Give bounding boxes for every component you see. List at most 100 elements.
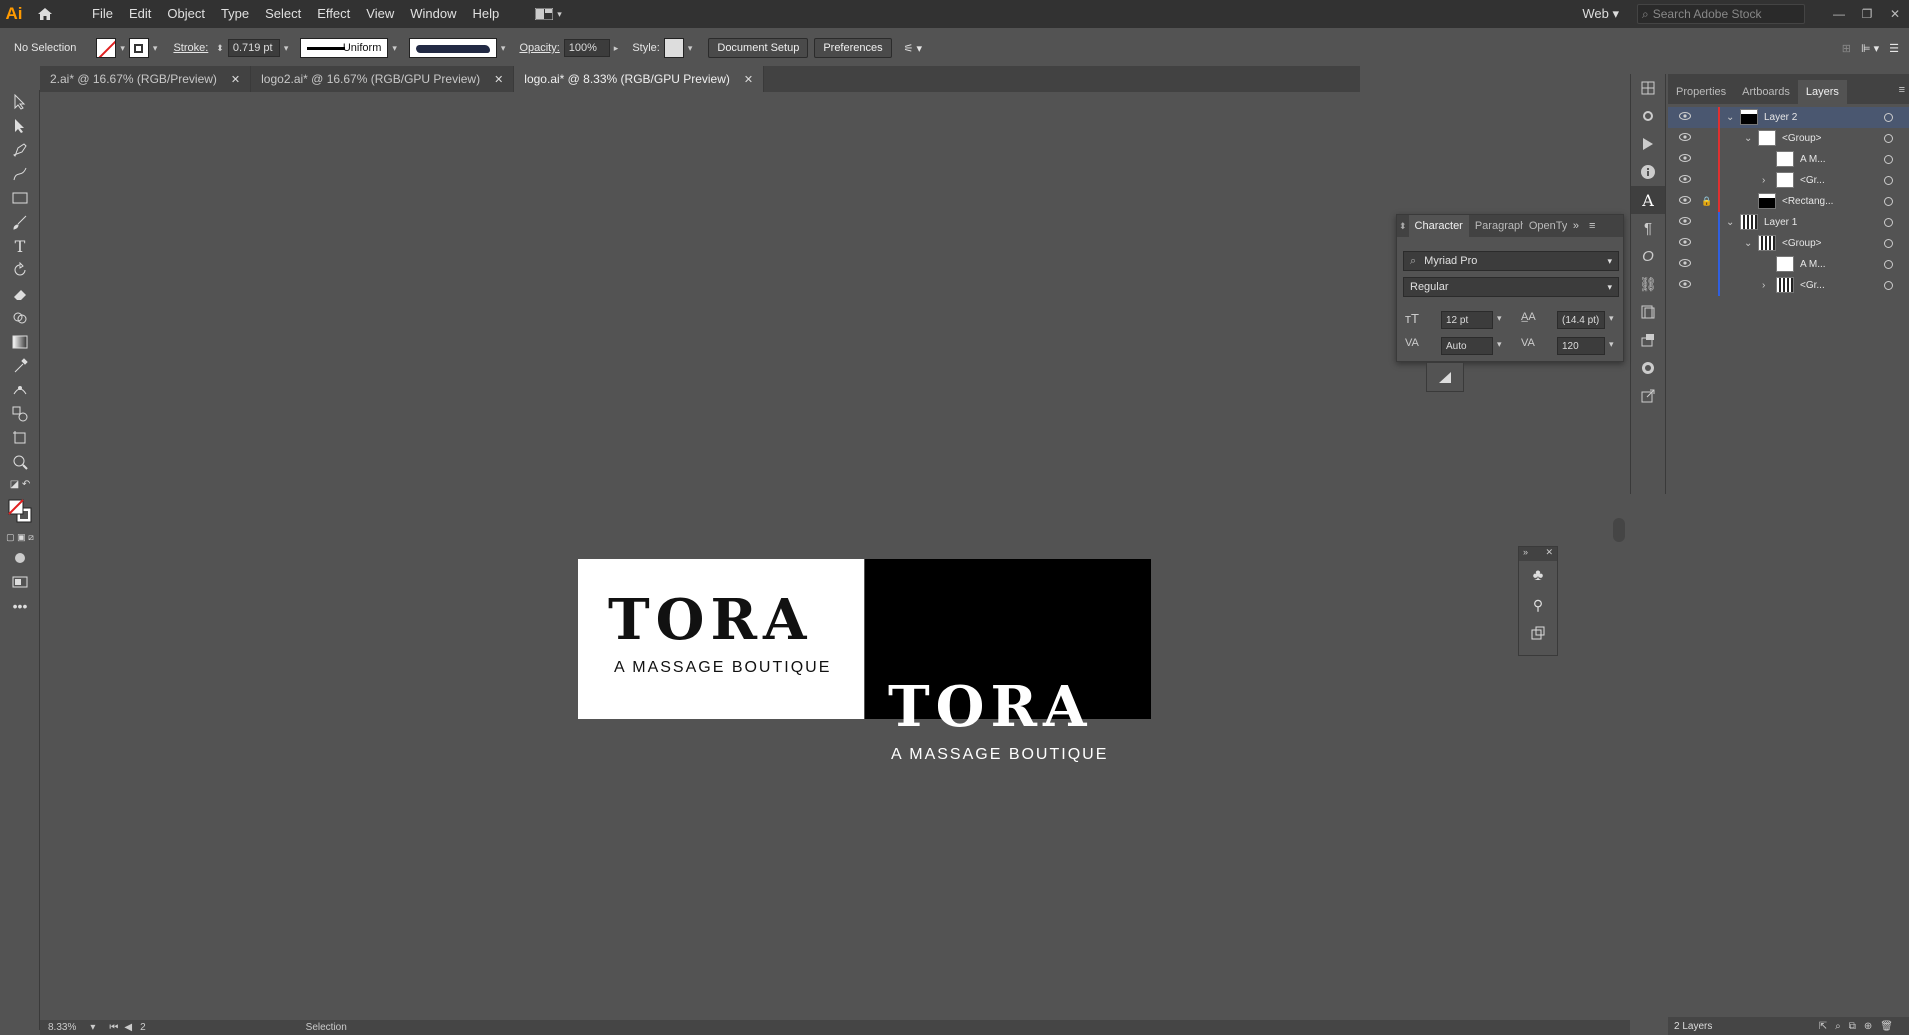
links-icon[interactable]: ⛓: [1631, 270, 1665, 298]
preferences-button[interactable]: Preferences: [814, 38, 892, 58]
logo-word-white[interactable]: TORA: [888, 674, 1092, 740]
arrange-documents-icon[interactable]: ▾: [535, 8, 562, 20]
eye-icon[interactable]: [1679, 238, 1691, 249]
chevron-down-icon[interactable]: ▾: [1609, 313, 1614, 324]
panel-menu-icon[interactable]: ≡: [1589, 220, 1595, 232]
restore-button[interactable]: ❐: [1853, 7, 1881, 21]
selection-tool-icon[interactable]: [0, 90, 40, 114]
chevron-down-icon[interactable]: ▾: [1607, 256, 1612, 267]
artboard-white[interactable]: TORA A MASSAGE BOUTIQUE: [578, 559, 864, 719]
chevron-right-icon[interactable]: ›: [1762, 175, 1765, 186]
tab-artboards[interactable]: Artboards: [1734, 80, 1798, 104]
chevron-right-icon[interactable]: ▸: [614, 43, 619, 54]
gradient-tool-icon[interactable]: [0, 330, 40, 354]
fill-stroke-icon[interactable]: [0, 494, 40, 528]
eye-icon[interactable]: [1679, 196, 1691, 207]
asset-export-icon[interactable]: [1631, 326, 1665, 354]
layer-row[interactable]: › <Gr...: [1668, 170, 1909, 191]
workspace-switcher[interactable]: Web ▾: [1582, 6, 1619, 22]
double-chevron-icon[interactable]: »: [1573, 220, 1579, 232]
chevron-down-icon[interactable]: ▾: [120, 43, 125, 54]
tab-properties[interactable]: Properties: [1668, 80, 1734, 104]
target-icon[interactable]: [1884, 176, 1893, 185]
chevron-down-icon[interactable]: ▾: [1607, 282, 1612, 293]
chevron-right-icon[interactable]: ›: [1762, 280, 1765, 291]
eye-icon[interactable]: [1679, 154, 1691, 165]
chevron-down-icon[interactable]: ⌄: [1726, 112, 1734, 123]
chevron-down-icon[interactable]: ⌄: [1744, 238, 1752, 249]
actions-play-icon[interactable]: [1631, 130, 1665, 158]
info-icon[interactable]: [1631, 158, 1665, 186]
chevron-down-icon[interactable]: ▾: [1497, 313, 1502, 324]
artboard-nav-first-icon[interactable]: ⏮: [109, 1022, 118, 1033]
rotate-tool-icon[interactable]: [0, 258, 40, 282]
kerning-input[interactable]: Auto: [1441, 337, 1493, 355]
minimize-button[interactable]: —: [1825, 7, 1853, 21]
shape-builder-tool-icon[interactable]: [0, 306, 40, 330]
layer-row[interactable]: ⌄ Layer 1: [1668, 212, 1909, 233]
scroll-thumb[interactable]: [1613, 518, 1625, 542]
target-icon[interactable]: [1884, 155, 1893, 164]
tab-layers[interactable]: Layers: [1797, 80, 1847, 104]
target-icon[interactable]: [1884, 260, 1893, 269]
layer-name[interactable]: <Group>: [1782, 238, 1821, 249]
layer-name[interactable]: <Group>: [1782, 133, 1821, 144]
draw-mode-icon[interactable]: [0, 546, 40, 570]
touch-type-button[interactable]: [1426, 362, 1464, 392]
layer-name[interactable]: <Gr...: [1800, 175, 1825, 186]
layer-row[interactable]: A M...: [1668, 149, 1909, 170]
target-icon[interactable]: [1884, 113, 1893, 122]
opacity-input[interactable]: 100%: [563, 39, 610, 57]
character-icon[interactable]: A: [1631, 186, 1665, 214]
close-icon[interactable]: ✕: [231, 73, 240, 86]
chevron-down-icon[interactable]: ▾: [1497, 339, 1502, 350]
chevron-down-icon[interactable]: ▾: [284, 43, 289, 54]
target-icon[interactable]: [1884, 239, 1893, 248]
eye-icon[interactable]: [1679, 217, 1691, 228]
brush-definition[interactable]: [408, 38, 497, 58]
type-tool-icon[interactable]: T: [0, 234, 40, 258]
stroke-weight-input[interactable]: 0.719 pt: [227, 39, 280, 57]
zoom-level[interactable]: 8.33%: [48, 1022, 76, 1033]
layer-row[interactable]: ⌄ <Group>: [1668, 233, 1909, 254]
leading-input[interactable]: (14.4 pt): [1557, 311, 1605, 329]
layer-name[interactable]: Layer 1: [1764, 217, 1797, 228]
chevron-down-icon[interactable]: ▾: [392, 43, 397, 54]
tab-logo-ai[interactable]: logo.ai* @ 8.33% (RGB/GPU Preview) ✕: [514, 66, 765, 92]
target-icon[interactable]: [1884, 281, 1893, 290]
chevron-down-icon[interactable]: ⌄: [1744, 133, 1752, 144]
collapse-icon[interactable]: ⬍: [1397, 221, 1409, 232]
variable-width-profile[interactable]: Uniform: [300, 38, 389, 58]
chevron-down-icon[interactable]: ▾: [90, 1022, 95, 1033]
transform-icon[interactable]: [1519, 619, 1557, 647]
rectangle-tool-icon[interactable]: [0, 186, 40, 210]
opentype-icon[interactable]: O: [1631, 242, 1665, 270]
tab-opentype[interactable]: OpenType: [1523, 220, 1567, 232]
tab-character[interactable]: Character: [1408, 215, 1469, 237]
tab-logo2-ai[interactable]: logo2.ai* @ 16.67% (RGB/GPU Preview) ✕: [251, 66, 515, 92]
stroke-label[interactable]: Stroke:: [173, 42, 208, 54]
menu-object[interactable]: Object: [159, 0, 213, 28]
layer-row[interactable]: 🔒 <Rectang...: [1668, 191, 1909, 212]
symbols-icon[interactable]: ♣: [1519, 561, 1557, 591]
direct-selection-tool-icon[interactable]: [0, 114, 40, 138]
target-icon[interactable]: [1884, 218, 1893, 227]
close-icon[interactable]: ✕: [1545, 547, 1553, 561]
layer-row[interactable]: A M...: [1668, 254, 1909, 275]
menu-view[interactable]: View: [358, 0, 402, 28]
close-window-button[interactable]: ✕: [1881, 7, 1909, 21]
color-mode-icon[interactable]: ▢ ▣ ⧄: [0, 528, 40, 546]
layer-name[interactable]: <Rectang...: [1782, 196, 1833, 207]
font-size-input[interactable]: 12 pt: [1441, 311, 1493, 329]
chevron-down-icon[interactable]: ▾: [1609, 339, 1614, 350]
tab-paragraph[interactable]: Paragraph: [1469, 220, 1523, 232]
close-icon[interactable]: ✕: [494, 73, 503, 86]
pen-tool-icon[interactable]: [0, 138, 40, 162]
layer-row[interactable]: ⌄ Layer 2: [1668, 107, 1909, 128]
artboard-nav-prev-icon[interactable]: ◀: [124, 1022, 132, 1033]
chevron-down-icon[interactable]: ⌄: [1726, 217, 1734, 228]
chevron-down-icon[interactable]: ▾: [153, 43, 158, 54]
appearance-icon[interactable]: [1631, 354, 1665, 382]
export-icon[interactable]: [1631, 382, 1665, 410]
target-icon[interactable]: [1884, 197, 1893, 206]
